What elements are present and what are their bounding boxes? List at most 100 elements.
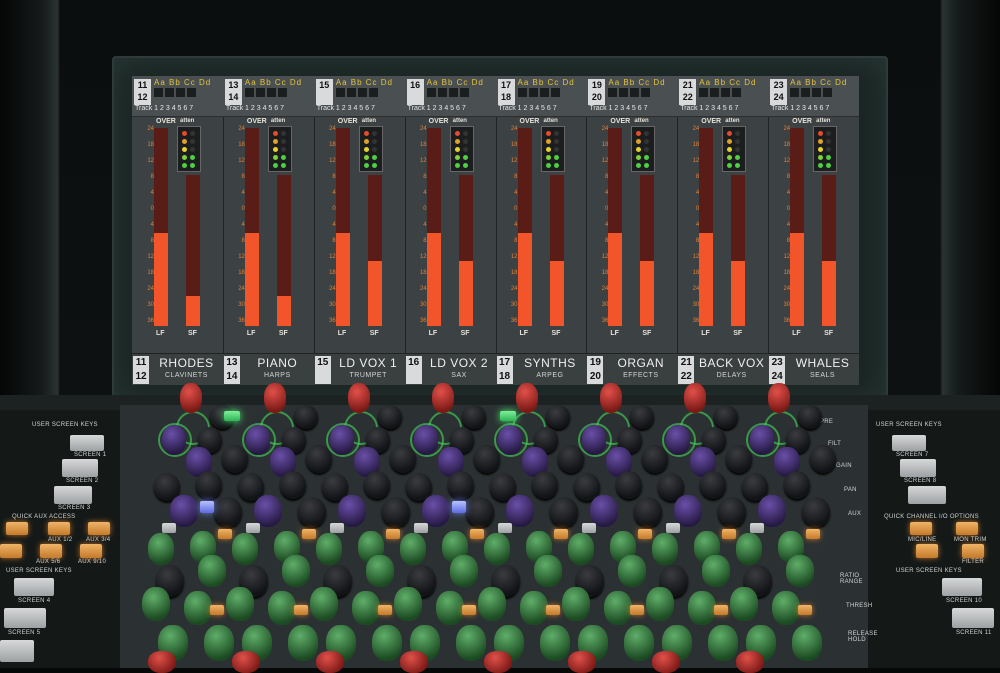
release-knob[interactable]	[142, 587, 170, 621]
hold-knob[interactable]	[688, 591, 716, 625]
dyn-ratio-knob[interactable]	[568, 533, 594, 565]
screen-3-key[interactable]	[54, 486, 92, 504]
filter-knob[interactable]	[378, 405, 402, 429]
pre-gain-knob[interactable]	[432, 383, 454, 413]
aux-level-knob[interactable]	[364, 471, 390, 499]
aux-34-key[interactable]	[88, 522, 110, 535]
threshold-knob[interactable]	[786, 555, 814, 587]
eq-knob[interactable]	[162, 425, 186, 455]
dyn-ratio-knob[interactable]	[232, 533, 258, 565]
gate-knob[interactable]	[288, 625, 318, 661]
aux-level-knob[interactable]	[196, 471, 222, 499]
threshold-knob[interactable]	[198, 555, 226, 587]
dyn-key-button[interactable]	[210, 605, 224, 615]
dynamic-button[interactable]	[218, 529, 232, 539]
screen-11-key[interactable]	[952, 608, 994, 628]
pre-gain-knob[interactable]	[684, 383, 706, 413]
aux-send-level-knob[interactable]	[298, 497, 326, 527]
bottom-knob[interactable]	[484, 651, 512, 673]
gate-knob[interactable]	[456, 625, 486, 661]
green-select-button-2[interactable]	[500, 411, 516, 421]
hold-knob[interactable]	[772, 591, 800, 625]
dyn-ratio-knob[interactable]	[652, 533, 678, 565]
dynamic-button[interactable]	[554, 529, 568, 539]
release-knob[interactable]	[646, 587, 674, 621]
dyn-key-button[interactable]	[546, 605, 560, 615]
dyn-ratio-knob[interactable]	[316, 533, 342, 565]
dynamic-button[interactable]	[722, 529, 736, 539]
dynamic-button[interactable]	[638, 529, 652, 539]
aux-level-knob[interactable]	[532, 471, 558, 499]
gate-knob[interactable]	[708, 625, 738, 661]
dyn-ratio-knob[interactable]	[484, 533, 510, 565]
dyn-key-button[interactable]	[462, 605, 476, 615]
pre-gain-knob[interactable]	[180, 383, 202, 413]
aux-level-knob[interactable]	[700, 471, 726, 499]
aux-send-level-knob[interactable]	[550, 497, 578, 527]
hold-knob[interactable]	[436, 591, 464, 625]
eq-knob[interactable]	[414, 425, 438, 455]
bottom-knob[interactable]	[148, 651, 176, 673]
aux-send-level-knob[interactable]	[214, 497, 242, 527]
aux-56-key[interactable]	[40, 544, 62, 558]
filter-key[interactable]	[962, 544, 984, 558]
threshold-knob[interactable]	[282, 555, 310, 587]
screen-7-key[interactable]	[892, 435, 926, 451]
screen-4-key[interactable]	[14, 578, 54, 596]
gate-knob[interactable]	[372, 625, 402, 661]
aux-level-knob[interactable]	[280, 471, 306, 499]
bottom-knob[interactable]	[736, 651, 764, 673]
eq-knob[interactable]	[666, 425, 690, 455]
eq-knob[interactable]	[246, 425, 270, 455]
pre-gain-knob[interactable]	[516, 383, 538, 413]
screen-8-key[interactable]	[900, 459, 936, 477]
threshold-knob[interactable]	[702, 555, 730, 587]
filter-knob[interactable]	[294, 405, 318, 429]
filter-knob[interactable]	[630, 405, 654, 429]
eq-knob[interactable]	[330, 425, 354, 455]
pre-gain-knob[interactable]	[264, 383, 286, 413]
hold-knob[interactable]	[268, 591, 296, 625]
pre-gain-knob[interactable]	[768, 383, 790, 413]
aux-on-button[interactable]	[246, 523, 260, 533]
screen-2-key[interactable]	[62, 459, 98, 477]
screen-5-key[interactable]	[4, 608, 46, 628]
release-knob[interactable]	[226, 587, 254, 621]
io-key-2[interactable]	[956, 522, 978, 535]
aux-send-level-knob[interactable]	[802, 497, 830, 527]
threshold-knob[interactable]	[366, 555, 394, 587]
aux-key-1[interactable]	[6, 522, 28, 535]
hold-knob[interactable]	[520, 591, 548, 625]
eq-knob[interactable]	[750, 425, 774, 455]
aux-on-button[interactable]	[666, 523, 680, 533]
aux-send-level-knob[interactable]	[718, 497, 746, 527]
threshold-knob[interactable]	[618, 555, 646, 587]
eq-knob[interactable]	[582, 425, 606, 455]
aux-on-button[interactable]	[750, 523, 764, 533]
aux-on-blue-button[interactable]	[200, 501, 214, 513]
aux-12-key[interactable]	[48, 522, 70, 535]
release-knob[interactable]	[730, 587, 758, 621]
screen-1-key[interactable]	[70, 435, 104, 451]
aux-78-key[interactable]	[80, 544, 102, 558]
dyn-key-button[interactable]	[378, 605, 392, 615]
release-knob[interactable]	[394, 587, 422, 621]
pre-gain-knob[interactable]	[600, 383, 622, 413]
aux-on-button[interactable]	[330, 523, 344, 533]
aux-key-2[interactable]	[0, 544, 22, 558]
pre-gain-knob[interactable]	[348, 383, 370, 413]
screen-6-key[interactable]	[0, 640, 34, 662]
bottom-knob[interactable]	[400, 651, 428, 673]
aux-on-button[interactable]	[162, 523, 176, 533]
eq-freq-knob[interactable]	[810, 445, 836, 473]
dyn-key-button[interactable]	[714, 605, 728, 615]
aux-level-knob[interactable]	[448, 471, 474, 499]
filter-knob[interactable]	[462, 405, 486, 429]
gate-knob[interactable]	[540, 625, 570, 661]
gate-knob[interactable]	[792, 625, 822, 661]
dyn-key-button[interactable]	[798, 605, 812, 615]
bottom-knob[interactable]	[568, 651, 596, 673]
screen-10-key[interactable]	[942, 578, 982, 596]
dyn-key-button[interactable]	[294, 605, 308, 615]
green-select-button[interactable]	[224, 411, 240, 421]
